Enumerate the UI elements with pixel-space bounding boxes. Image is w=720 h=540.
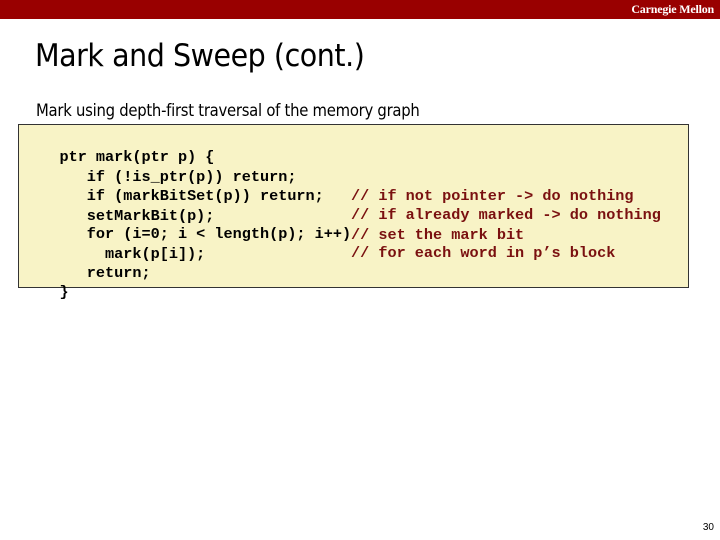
code-line: mark(p[i]); — [23, 226, 205, 263]
code-text: return; — [59, 263, 151, 282]
brand-label: Carnegie Mellon — [631, 2, 714, 16]
slide-subtitle: Mark using depth-first traversal of the … — [36, 101, 420, 120]
slide-title: Mark and Sweep (cont.) — [35, 38, 365, 74]
code-comment: // set the mark bit — [351, 225, 525, 244]
code-line: return; — [23, 245, 151, 282]
code-line: ptr mark(ptr p) { — [23, 129, 214, 166]
code-line: for (i=0; i < length(p); i++) // for eac… — [23, 206, 616, 262]
code-line: if (!is_ptr(p)) return; // if not pointe… — [23, 149, 634, 205]
page-number: 30 — [702, 522, 714, 533]
header-bar: Carnegie Mellon — [0, 0, 720, 19]
code-comment: // for each word in p’s block — [351, 244, 616, 262]
code-comment: // if not pointer -> do nothing — [351, 186, 634, 205]
code-text: } — [59, 282, 69, 301]
code-comment: // if already marked -> do nothing — [351, 206, 661, 224]
code-line: } — [23, 264, 68, 301]
code-block: ptr mark(ptr p) { if (!is_ptr(p)) return… — [18, 124, 689, 301]
code-line: setMarkBit(p); // set the mark bit — [23, 188, 524, 244]
code-line: if (markBitSet(p)) return; // if already… — [23, 168, 661, 224]
